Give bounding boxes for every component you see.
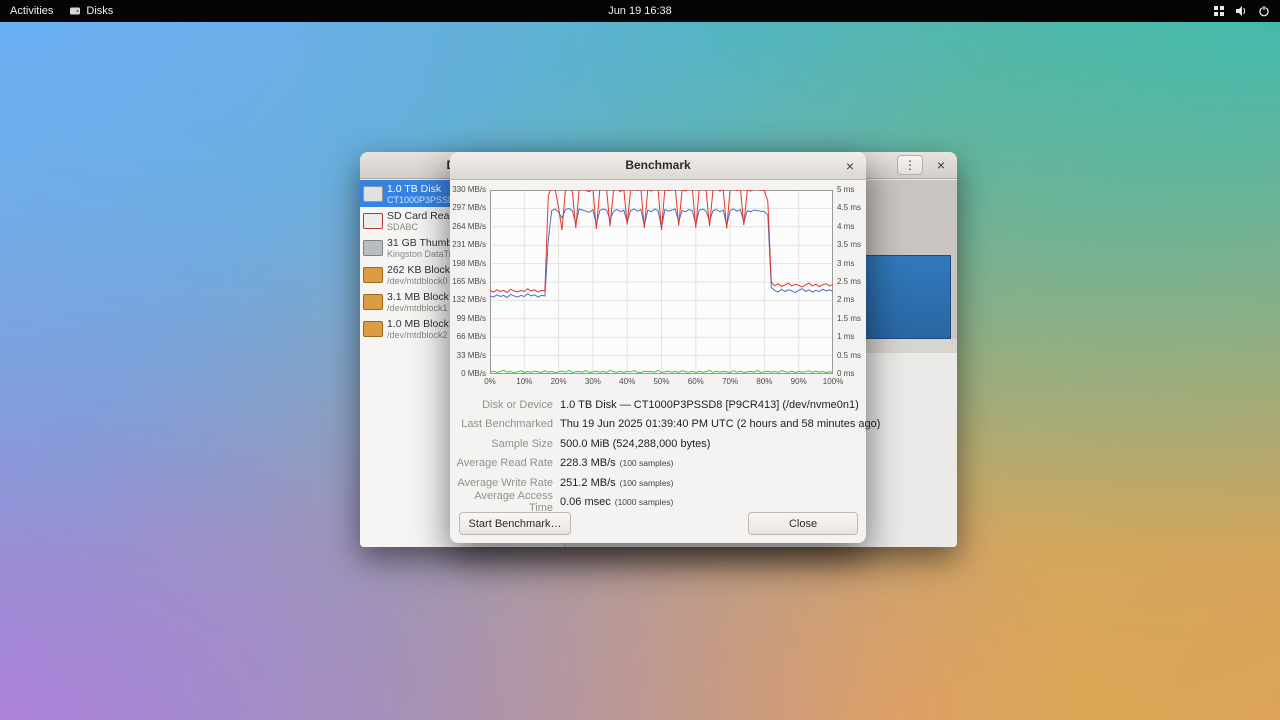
block-device-icon (363, 294, 383, 310)
benchmark-title: Benchmark (450, 152, 866, 179)
x-axis-tick: 90% (784, 377, 814, 386)
menu-icon: ⋮ (904, 158, 916, 172)
y-axis-right-tick: 2 ms (837, 295, 865, 305)
detail-value: 251.2 MB/s (560, 477, 616, 489)
y-axis-left-tick: 132 MB/s (450, 295, 486, 305)
y-axis-left-tick: 33 MB/s (450, 351, 486, 361)
app-menu-button[interactable]: ⋮ (897, 155, 923, 175)
dialog-close-button[interactable]: × (840, 156, 860, 176)
benchmark-plot (490, 190, 833, 374)
x-axis-tick: 30% (578, 377, 608, 386)
benchmark-chart: 330 MB/s 297 MB/s 264 MB/s 231 MB/s 198 MB/s… (450, 181, 866, 393)
close-icon: × (846, 158, 854, 174)
detail-value: 0.06 msec (560, 496, 611, 508)
y-axis-left-tick: 297 MB/s (450, 203, 486, 213)
y-axis-right-tick: 5 ms (837, 185, 865, 195)
top-bar: Activities Disks Jun 19 16:38 (0, 0, 1280, 22)
detail-row: Disk or Device 1.0 TB Disk — CT1000P3PSSD… (450, 395, 866, 415)
detail-label: Average Write Rate (450, 477, 553, 489)
x-axis-tick: 80% (749, 377, 779, 386)
y-axis-right-tick: 4.5 ms (837, 203, 865, 213)
ssd-drive-icon (363, 186, 383, 202)
x-axis-tick: 60% (681, 377, 711, 386)
y-axis-left-tick: 231 MB/s (450, 240, 486, 250)
y-axis-left-tick: 264 MB/s (450, 222, 486, 232)
benchmark-details: Disk or Device 1.0 TB Disk — CT1000P3PSSD… (450, 395, 866, 512)
detail-value: 228.3 MB/s (560, 457, 616, 469)
close-button[interactable]: Close (748, 512, 858, 535)
close-icon: × (937, 157, 945, 173)
focused-app-label: Disks (86, 5, 113, 17)
detail-value: Thu 19 Jun 2025 01:39:40 PM UTC (2 hours… (560, 418, 880, 430)
focused-app-indicator[interactable]: Disks (69, 5, 113, 17)
activities-button[interactable]: Activities (10, 5, 53, 17)
detail-value: 500.0 MiB (524,288,000 bytes) (560, 438, 710, 450)
x-axis-tick: 70% (715, 377, 745, 386)
clock[interactable]: Jun 19 16:38 (608, 5, 672, 17)
desktop-background: Activities Disks Jun 19 16:38 (0, 0, 1280, 720)
block-device-icon (363, 321, 383, 337)
y-axis-left-tick: 165 MB/s (450, 277, 486, 287)
start-benchmark-button[interactable]: Start Benchmark… (459, 512, 571, 535)
detail-label: Last Benchmarked (450, 418, 553, 430)
y-axis-right-tick: 1.5 ms (837, 314, 865, 324)
detail-row: Sample Size 500.0 MiB (524,288,000 bytes) (450, 434, 866, 454)
disk-subtitle: CT1000P3PSSD8 (387, 195, 460, 205)
x-axis-tick: 50% (647, 377, 677, 386)
detail-value: 1.0 TB Disk — CT1000P3PSSD8 [P9CR413] (/… (560, 399, 859, 411)
x-axis-tick: 100% (818, 377, 848, 386)
detail-note: (1000 samples) (615, 497, 674, 507)
y-axis-right-tick: 3 ms (837, 259, 865, 269)
y-axis-left-tick: 99 MB/s (450, 314, 486, 324)
y-axis-left-tick: 66 MB/s (450, 332, 486, 342)
x-axis-tick: 10% (509, 377, 539, 386)
y-axis-right-tick: 2.5 ms (837, 277, 865, 287)
detail-note: (100 samples) (620, 458, 674, 468)
y-axis-right-tick: 4 ms (837, 222, 865, 232)
detail-label: Disk or Device (450, 399, 553, 411)
x-axis-tick: 0% (475, 377, 505, 386)
y-axis-left-tick: 330 MB/s (450, 185, 486, 195)
benchmark-headerbar: Benchmark × (450, 152, 866, 180)
tray-grid-icon (1213, 5, 1225, 17)
power-icon (1258, 5, 1270, 17)
detail-label: Average Access Time (450, 490, 553, 514)
disks-app-icon (69, 5, 81, 17)
detail-row: Last BenchmarkedThu 19 Jun 2025 01:39:40… (450, 415, 866, 435)
detail-label: Sample Size (450, 438, 553, 450)
benchmark-dialog: Benchmark × 330 MB/s 297 MB/s 264 MB/s 231 … (450, 152, 866, 543)
detail-row: Average Access Time 0.06 msec (1000 sample… (450, 493, 866, 513)
detail-row: Average Read Rate 228.3 MB/s (100 samples) (450, 454, 866, 474)
disk-title: 1.0 TB Disk (387, 183, 460, 195)
volume-icon (1235, 5, 1248, 17)
system-status-area[interactable] (1213, 0, 1270, 22)
window-close-button[interactable]: × (931, 155, 951, 175)
sd-card-reader-icon (363, 213, 383, 229)
thumb-drive-icon (363, 240, 383, 256)
block-device-icon (363, 267, 383, 283)
top-bar-center: Jun 19 16:38 (0, 5, 1280, 17)
y-axis-right-tick: 3.5 ms (837, 240, 865, 250)
sidebar-item-text: 1.0 TB DiskCT1000P3PSSD8 (387, 183, 460, 205)
detail-note: (100 samples) (620, 478, 674, 488)
y-axis-left-tick: 198 MB/s (450, 259, 486, 269)
y-axis-right-tick: 0.5 ms (837, 351, 865, 361)
x-axis-tick: 40% (612, 377, 642, 386)
detail-label: Average Read Rate (450, 457, 553, 469)
x-axis-tick: 20% (544, 377, 574, 386)
y-axis-right-tick: 1 ms (837, 332, 865, 342)
top-bar-left: Activities Disks (10, 5, 113, 17)
